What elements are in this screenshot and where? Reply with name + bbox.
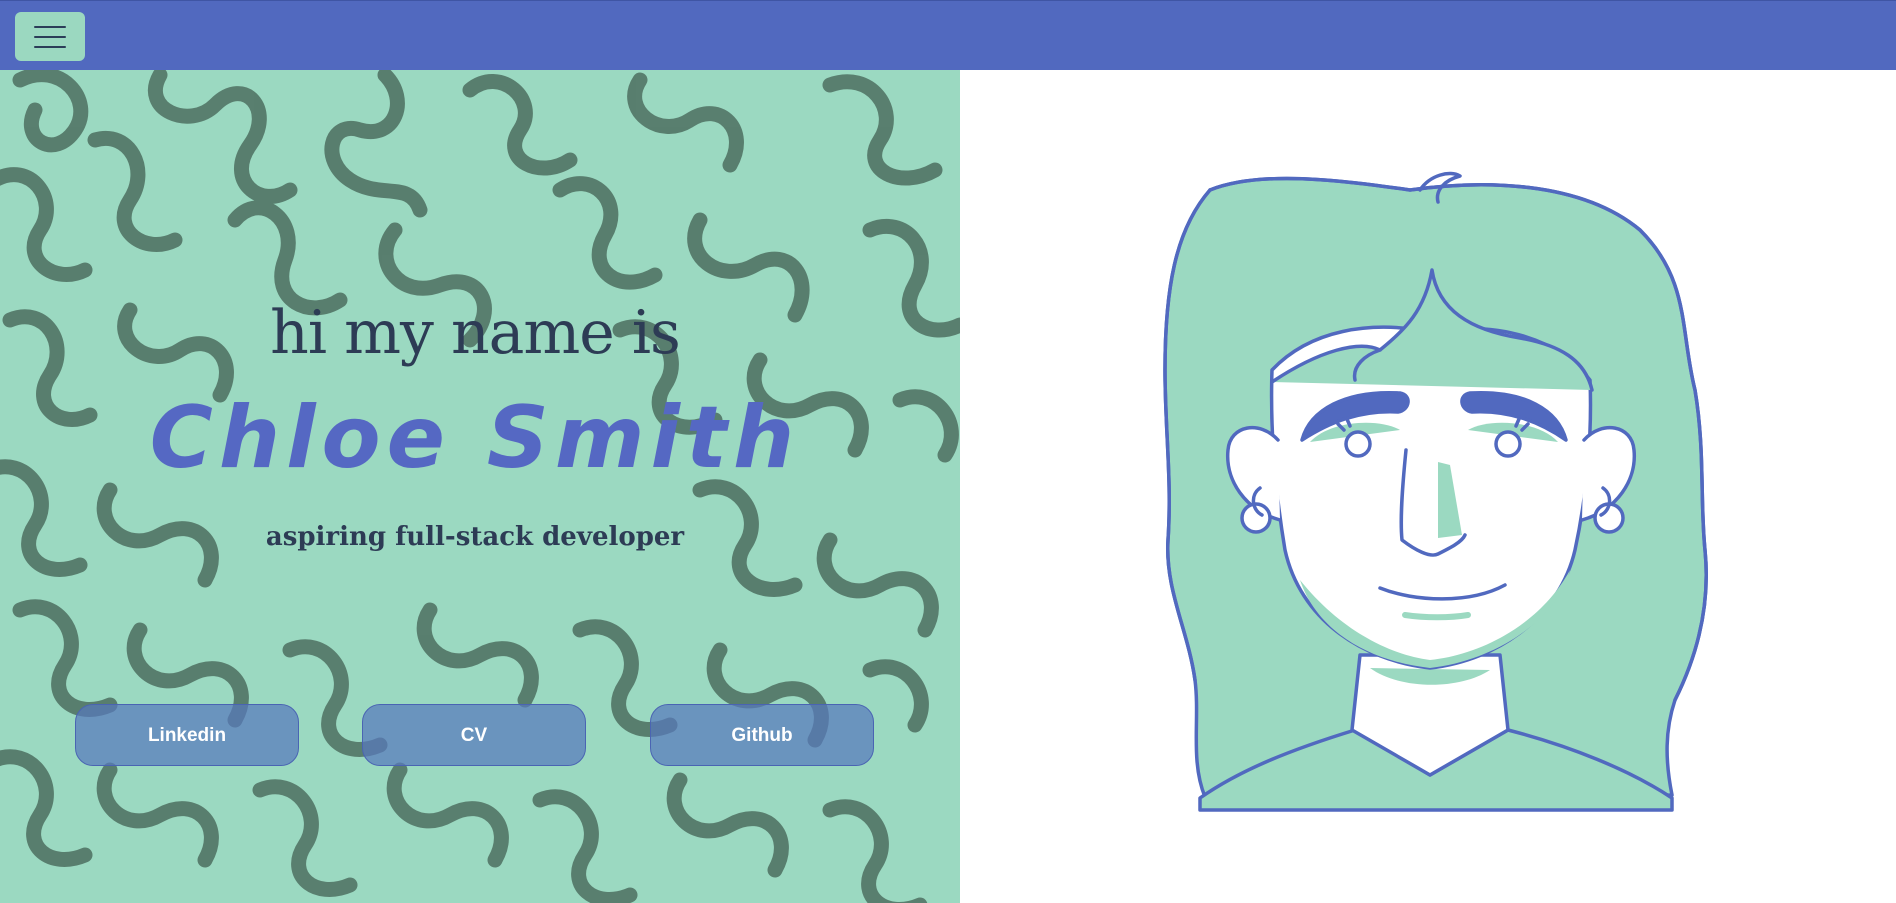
- hamburger-menu-icon: [34, 26, 66, 28]
- github-button[interactable]: Github: [650, 704, 874, 766]
- hero-content: hi my name is Chloe Smith aspiring full-…: [0, 70, 960, 903]
- hamburger-menu-icon: [34, 46, 66, 48]
- hero-section: hi my name is Chloe Smith aspiring full-…: [0, 70, 960, 903]
- name-heading: Chloe Smith: [149, 388, 801, 488]
- portrait-section: [960, 70, 1896, 903]
- hamburger-menu-icon: [34, 36, 66, 38]
- top-navigation-bar: [0, 0, 1896, 70]
- hamburger-menu-button[interactable]: [15, 12, 85, 61]
- linkedin-button[interactable]: Linkedin: [75, 704, 299, 766]
- tagline-text: aspiring full-stack developer: [265, 522, 685, 552]
- woman-portrait-illustration: [1163, 171, 1708, 812]
- cv-button[interactable]: CV: [362, 704, 586, 766]
- greeting-text: hi my name is: [270, 298, 681, 368]
